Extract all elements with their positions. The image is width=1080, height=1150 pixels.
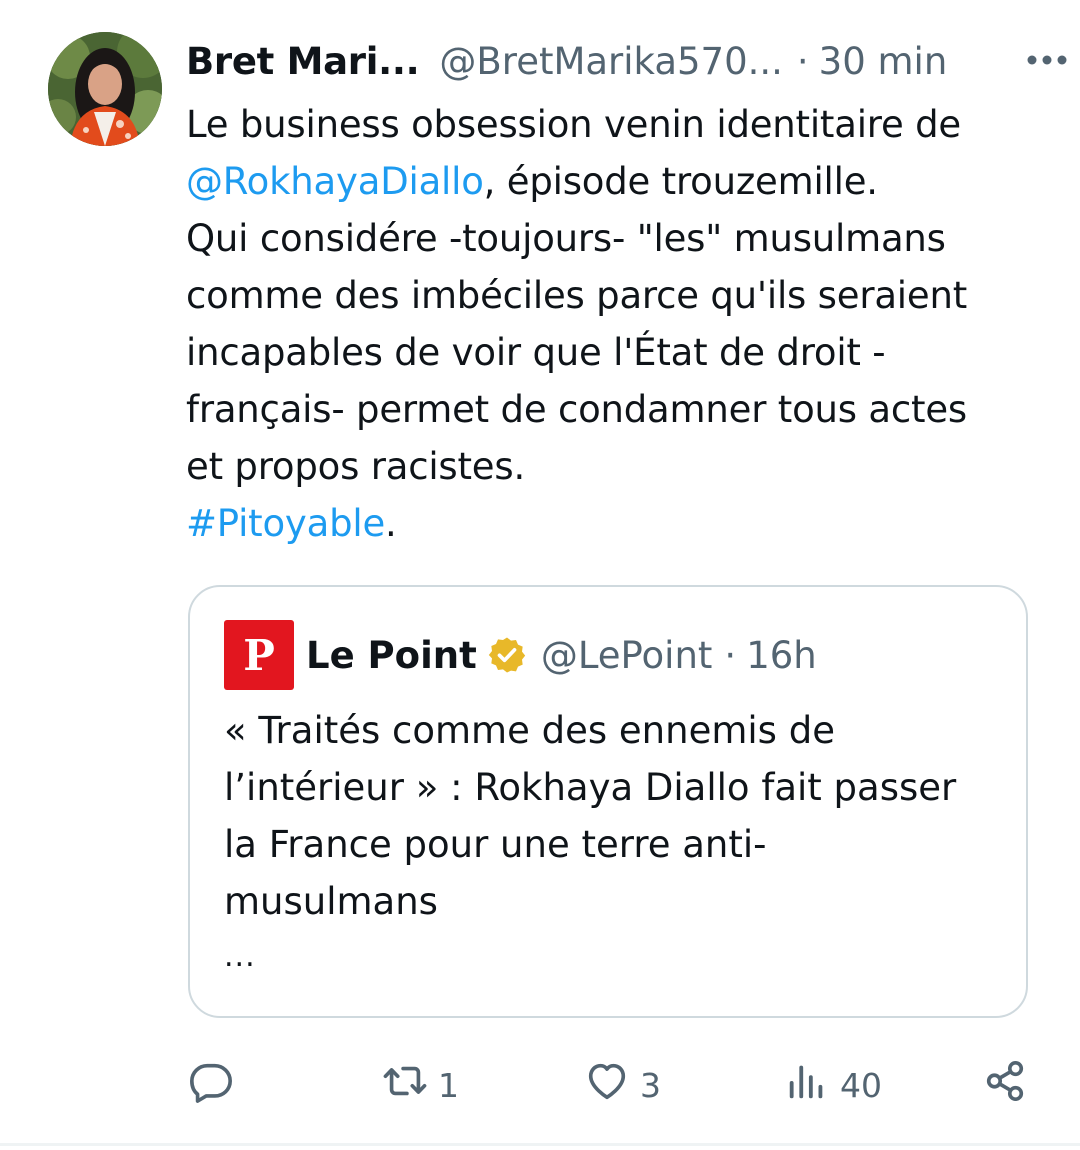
mention-link[interactable]: @RokhayaDiallo: [186, 160, 484, 203]
tweet[interactable]: Bret Mari... @BretMarika570... · 30 min …: [0, 0, 1080, 1150]
quoted-author-handle[interactable]: @LePoint: [541, 634, 713, 677]
reply-button[interactable]: [188, 1055, 234, 1115]
quoted-text-line: la France pour une terre anti-: [224, 823, 767, 866]
tweet-text-line: français- permet de condamner tous actes: [186, 388, 967, 431]
tweet-text-line: incapables de voir que l'État de droit -: [186, 331, 886, 374]
retweet-icon: [382, 1058, 428, 1112]
heart-icon: [584, 1058, 630, 1112]
quoted-author-name[interactable]: Le Point: [306, 634, 477, 677]
like-button[interactable]: 3: [584, 1055, 661, 1115]
logo-letter: P: [243, 630, 275, 680]
views-count: 40: [840, 1065, 882, 1105]
author-handle[interactable]: @BretMarika570...: [439, 34, 783, 90]
quoted-tweet-header: P Le Point @LePoint · 16h: [224, 620, 817, 690]
tweet-text-line: @RokhayaDiallo, épisode trouzemille.: [186, 153, 1046, 210]
time-separator: ·: [796, 40, 809, 83]
hashtag-link[interactable]: #Pitoyable: [186, 502, 385, 545]
tweet-divider: [0, 1143, 1080, 1146]
author-name[interactable]: Bret Mari...: [186, 34, 420, 90]
verified-gold-badge-icon: [487, 634, 529, 676]
retweet-count: 1: [438, 1065, 459, 1105]
share-button[interactable]: [982, 1055, 1028, 1115]
time-separator: ·: [724, 633, 737, 677]
tweet-text-line: Qui considére -toujours- "les" musulmans: [186, 217, 946, 260]
quoted-text-line: musulmans: [224, 880, 438, 923]
views-button[interactable]: 40: [784, 1055, 882, 1115]
action-bar: 1 3 40: [186, 1055, 1036, 1115]
more-horizontal-icon: [1026, 51, 1068, 70]
tweet-text-fragment: .: [385, 502, 397, 545]
reply-icon: [188, 1058, 234, 1112]
tweet-text-line: comme des imbéciles parce qu'ils seraien…: [186, 274, 968, 317]
quoted-tweet-card[interactable]: P Le Point @LePoint · 16h « Traités comm…: [188, 585, 1028, 1018]
more-options-button[interactable]: [1022, 46, 1072, 74]
like-count: 3: [640, 1065, 661, 1105]
tweet-timestamp[interactable]: 30 min: [819, 34, 948, 90]
tweet-text: Le business obsession venin identitaire …: [186, 96, 1046, 552]
quoted-text-line: l’intérieur » : Rokhaya Diallo fait pass…: [224, 766, 957, 809]
quoted-ellipsis: ...: [224, 939, 256, 974]
share-icon: [982, 1058, 1028, 1112]
retweet-button[interactable]: 1: [382, 1055, 459, 1115]
views-icon: [784, 1058, 830, 1112]
author-avatar[interactable]: [48, 32, 162, 146]
tweet-text-fragment: , épisode trouzemille.: [483, 160, 878, 203]
tweet-text-line: #Pitoyable.: [186, 495, 1046, 552]
tweet-text-line: Le business obsession venin identitaire …: [186, 103, 961, 146]
quoted-timestamp[interactable]: 16h: [746, 634, 817, 677]
le-point-logo[interactable]: P: [224, 620, 294, 690]
tweet-header: Bret Mari... @BretMarika570... · 30 min: [186, 34, 1036, 90]
tweet-text-line: et propos racistes.: [186, 445, 526, 488]
quoted-text-line: « Traités comme des ennemis de: [224, 709, 835, 752]
quoted-tweet-text: « Traités comme des ennemis de l’intérie…: [224, 702, 1014, 930]
